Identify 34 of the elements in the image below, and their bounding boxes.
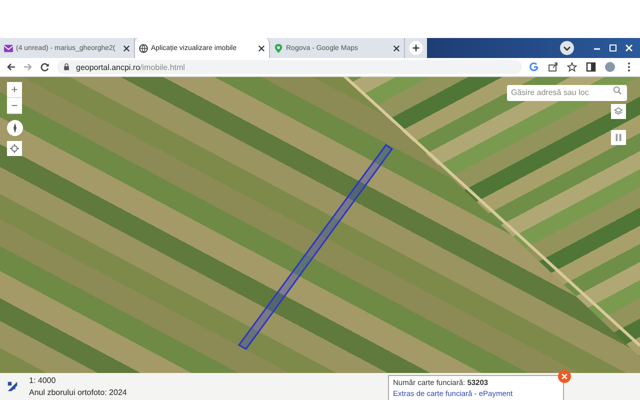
star-icon[interactable] bbox=[567, 62, 577, 72]
close-icon[interactable] bbox=[123, 44, 130, 52]
lock-icon bbox=[63, 63, 70, 71]
plus-icon bbox=[11, 86, 18, 93]
share-icon[interactable] bbox=[548, 62, 558, 72]
back-icon[interactable] bbox=[6, 62, 16, 72]
google-icon[interactable] bbox=[529, 62, 539, 72]
avatar-icon[interactable] bbox=[605, 62, 615, 72]
search-field[interactable]: Găsire adresă sau loc bbox=[507, 84, 627, 100]
columns-icon bbox=[614, 133, 623, 142]
minus-icon bbox=[11, 102, 18, 109]
new-tab-button[interactable] bbox=[409, 41, 423, 55]
compass-icon[interactable] bbox=[7, 120, 23, 136]
legend-button[interactable] bbox=[611, 130, 626, 145]
layers-button[interactable] bbox=[611, 104, 626, 119]
plus-icon bbox=[412, 44, 420, 52]
parcel-outline[interactable] bbox=[236, 143, 396, 353]
map-pin-icon bbox=[274, 44, 283, 52]
reload-icon[interactable] bbox=[40, 62, 50, 72]
tab-search-icon[interactable] bbox=[560, 41, 574, 55]
scale-text: 1: 4000 bbox=[29, 376, 57, 385]
maximize-icon[interactable] bbox=[608, 43, 618, 53]
locate-button[interactable] bbox=[7, 141, 22, 156]
close-icon[interactable] bbox=[258, 44, 265, 52]
layers-icon bbox=[614, 107, 623, 116]
ortophoto-year-text: Anul zborului ortofoto: 2024 bbox=[29, 388, 127, 397]
address-field[interactable]: geoportal.ancpi.ro/imobile.html bbox=[57, 60, 522, 74]
logo-icon bbox=[6, 380, 19, 393]
envelope-icon bbox=[4, 44, 13, 52]
crosshair-icon bbox=[10, 144, 19, 153]
search-icon[interactable] bbox=[613, 86, 622, 94]
side-panel-icon[interactable] bbox=[586, 62, 596, 72]
close-icon[interactable] bbox=[393, 44, 400, 52]
globe-icon bbox=[139, 44, 148, 52]
